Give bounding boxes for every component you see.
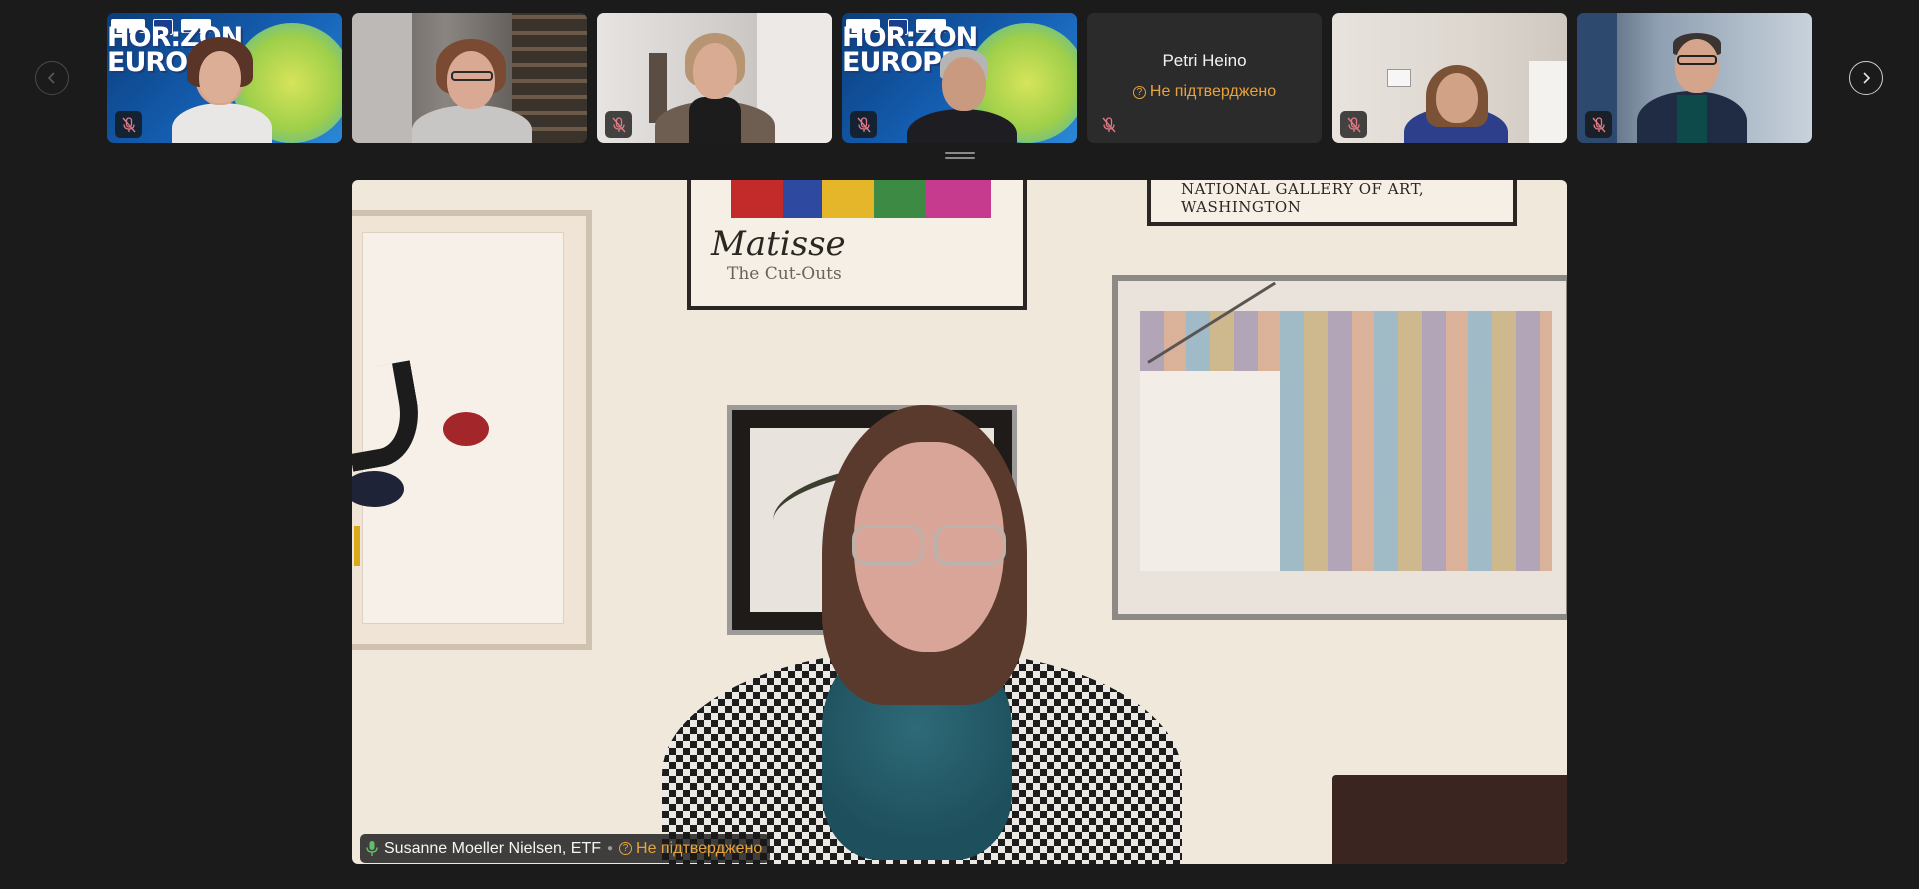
mute-indicator [115,111,142,138]
poster-subtitle: The Cut-Outs [727,264,842,284]
mic-off-icon [121,116,136,132]
wall-art-right [1112,275,1567,620]
participant-tile-1[interactable]: HOR:ZON EUROPE [107,13,342,143]
participant-tile-3[interactable] [597,13,832,143]
participant-tile-6[interactable] [1332,13,1567,143]
participant-strip: HOR:ZON EUROPE HOR:ZON EUROPE Petri Hein… [107,13,1813,143]
mic-icon [366,841,378,856]
question-circle-icon: ? [1132,85,1146,99]
mic-off-icon [856,116,871,132]
participant-status: ? Не підтверджено [1087,83,1322,101]
poster-banner: NATIONAL GALLERY OF ART, WASHINGTON [1181,180,1425,216]
speaker-glasses [852,525,924,565]
mute-indicator [605,111,632,138]
speaker-label: Susanne Moeller Nielsen, ETF ● ? Не підт… [360,834,771,863]
mic-off-icon [1101,116,1116,132]
speaker-status-text: Не підтверджено [636,839,763,857]
separator-dot: ● [606,843,614,854]
gallery-poster: NATIONAL GALLERY OF ART, WASHINGTON [1147,180,1517,226]
participant-tile-5[interactable]: Petri Heino ? Не підтверджено [1087,13,1322,143]
participant-tile-2[interactable] [352,13,587,143]
wall-art-left [352,210,592,650]
mic-off-icon [611,116,626,132]
question-circle-icon: ? [619,842,633,855]
poster-title: Matisse [711,224,846,264]
strip-resize-handle[interactable] [945,152,975,160]
main-speaker-video[interactable]: Matisse The Cut-Outs NATIONAL GALLERY OF… [352,180,1567,864]
speaker-status: ? Не підтверджено [619,840,762,858]
mute-indicator [1585,111,1612,138]
next-page-button[interactable] [1849,61,1883,95]
chevron-left-icon [47,72,55,84]
speaker-name: Susanne Moeller Nielsen, ETF [384,839,601,857]
mic-off-icon [1591,116,1606,132]
chevron-right-icon [1863,72,1871,84]
previous-page-button[interactable] [35,61,69,95]
participant-name: Petri Heino [1162,51,1247,70]
mic-off-icon [1346,116,1361,132]
participant-tile-4[interactable]: HOR:ZON EUROPE [842,13,1077,143]
participant-status-text: Не підтверджено [1149,83,1277,100]
mute-indicator [850,111,877,138]
mute-indicator [1340,111,1367,138]
matisse-poster: Matisse The Cut-Outs [687,180,1027,310]
participant-tile-7[interactable] [1577,13,1812,143]
chair [1332,775,1567,864]
mute-indicator [1095,111,1122,138]
